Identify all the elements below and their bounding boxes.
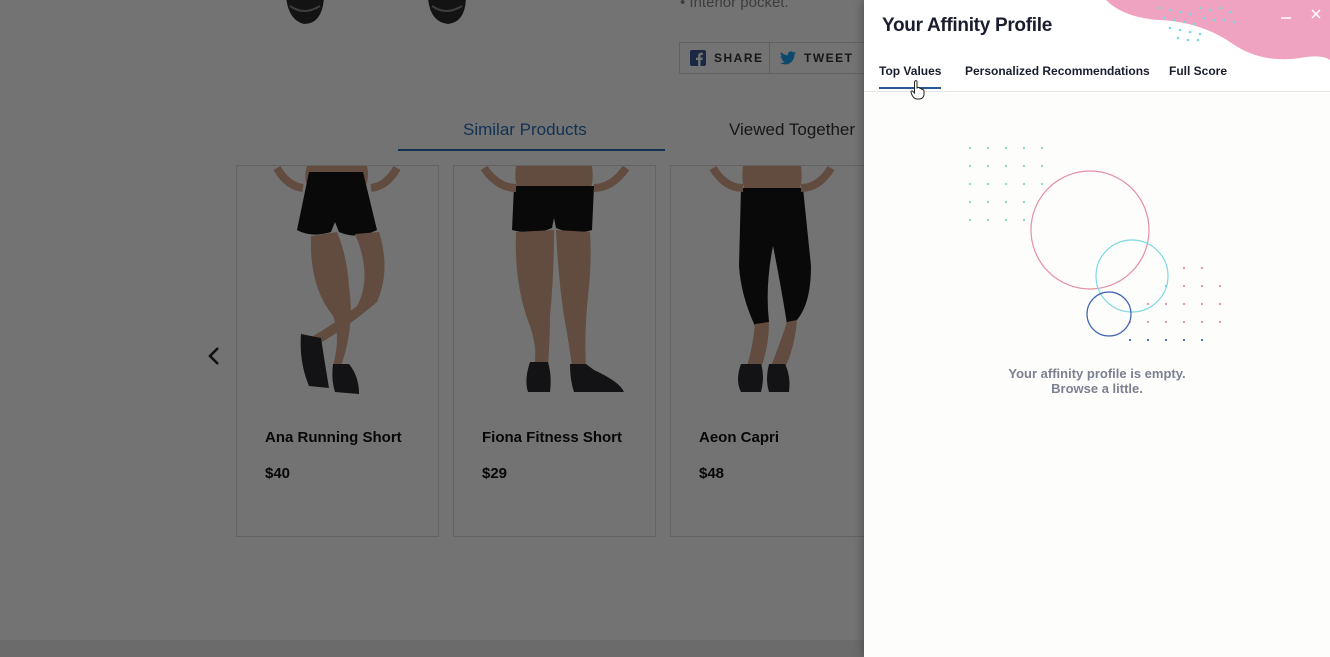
empty-message-line-2: Browse a little. (1051, 381, 1143, 396)
product-feature-text: • Interior pocket. (680, 0, 789, 11)
facebook-icon (690, 50, 706, 66)
shoe-image-left (282, 0, 328, 28)
product-image (237, 166, 438, 401)
product-tabs: Similar Products Viewed Together (398, 112, 868, 152)
product-price: $48 (699, 465, 725, 482)
minimize-icon (1281, 17, 1291, 19)
affinity-profile-panel: Your Affinity Profile Top Values Persona… (864, 0, 1330, 657)
tab-full-score[interactable]: Full Score (1169, 64, 1227, 87)
product-name[interactable]: Fiona Fitness Short (482, 429, 622, 446)
product-price: $40 (265, 465, 291, 482)
close-icon (1311, 9, 1321, 19)
product-image (671, 166, 872, 401)
active-tab-underline (398, 149, 665, 151)
hand-pointer-cursor-icon (910, 80, 925, 100)
product-card[interactable]: Aeon Capri $48 (670, 165, 873, 537)
product-name[interactable]: Ana Running Short (265, 429, 402, 446)
minimize-button[interactable] (1278, 6, 1294, 22)
carousel-prev-button[interactable] (206, 346, 222, 366)
empty-state-illustration (968, 146, 1222, 342)
decorative-blob (1106, 0, 1330, 60)
share-label: SHARE (714, 51, 764, 65)
shoe-image-right (424, 0, 470, 28)
tab-viewed-together[interactable]: Viewed Together (729, 120, 855, 140)
panel-header: Your Affinity Profile Top Values Persona… (864, 0, 1330, 92)
twitter-icon (780, 50, 796, 66)
product-price: $29 (482, 465, 508, 482)
tweet-label: TWEET (804, 51, 854, 65)
product-card[interactable]: Fiona Fitness Short $29 (453, 165, 656, 537)
empty-state-message: Your affinity profile is empty. Browse a… (864, 366, 1330, 396)
product-name[interactable]: Aeon Capri (699, 429, 779, 446)
product-card[interactable]: Ana Running Short $40 (236, 165, 439, 537)
empty-message-line-1: Your affinity profile is empty. (1008, 366, 1186, 381)
facebook-share-button[interactable]: SHARE (679, 42, 775, 74)
product-image (454, 166, 655, 401)
panel-title: Your Affinity Profile (882, 15, 1052, 36)
close-button[interactable] (1308, 6, 1324, 22)
tab-personalized-recommendations[interactable]: Personalized Recommendations (965, 64, 1150, 87)
chevron-left-icon (208, 347, 219, 365)
twitter-tweet-button[interactable]: TWEET (769, 42, 865, 74)
tab-similar-products[interactable]: Similar Products (463, 120, 587, 140)
